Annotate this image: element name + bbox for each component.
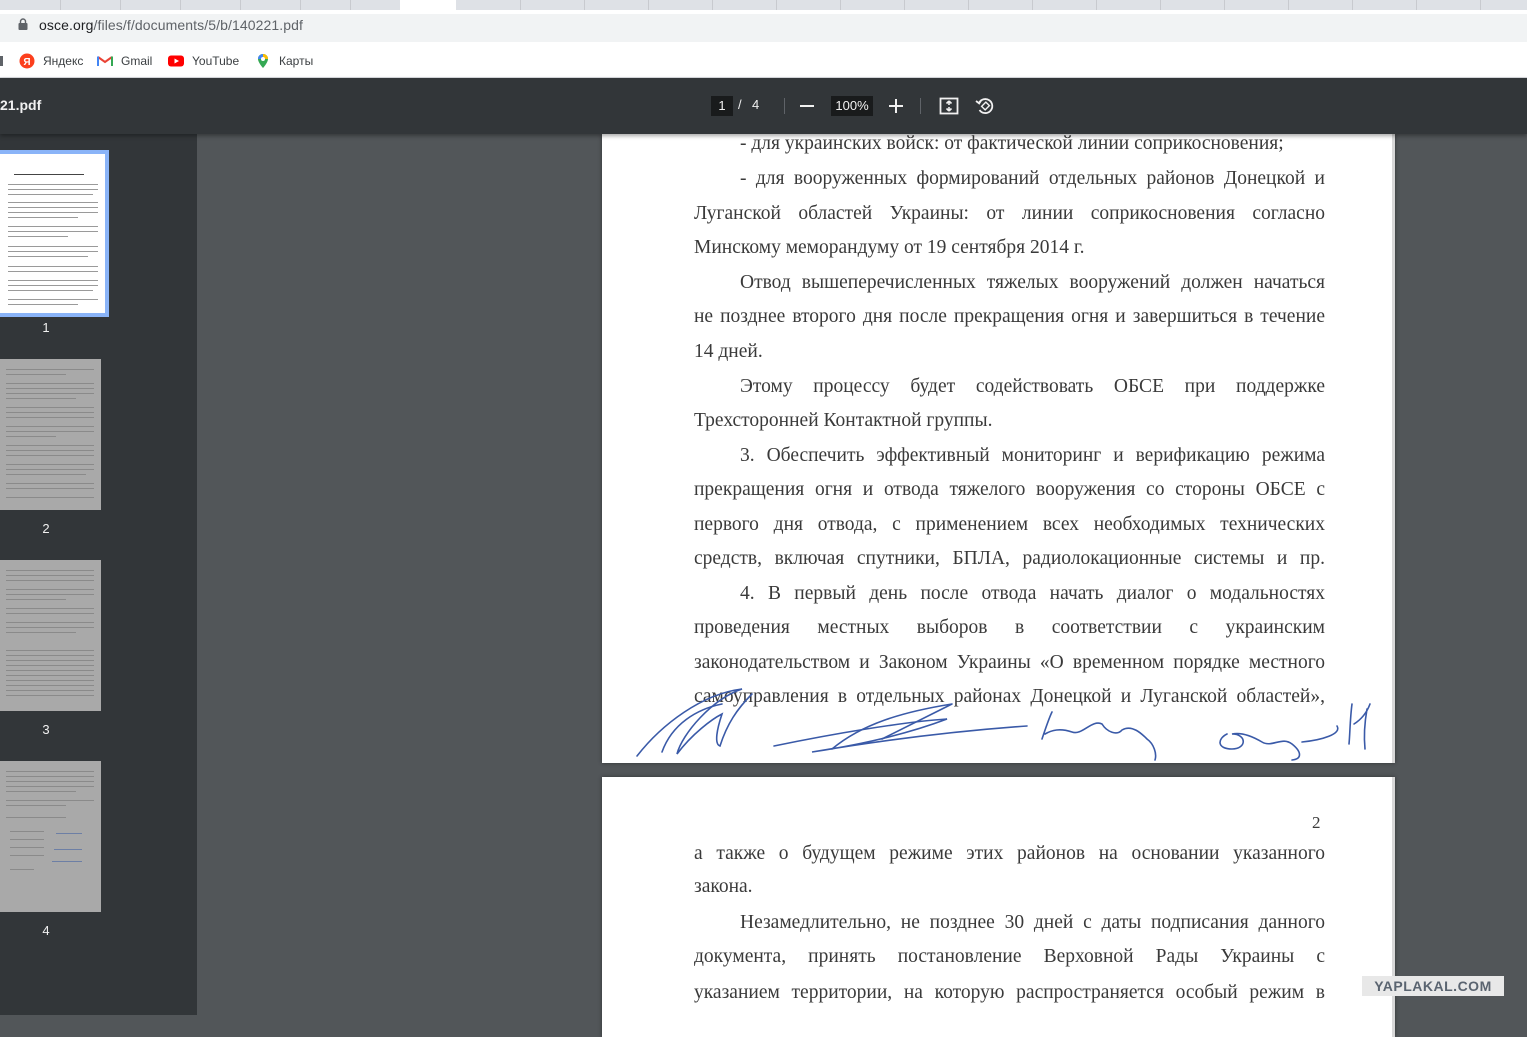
browser-tab[interactable] — [520, 0, 585, 10]
document-text-line: Трехсторонней Контактной группы. — [694, 410, 993, 431]
document-text-line: средств, включая спутники, БПЛА, радиоло… — [694, 548, 1325, 569]
zoom-out-button[interactable] — [795, 94, 819, 118]
document-text-line: не позднее второго дня после прекращения… — [694, 306, 1325, 327]
browser-tab[interactable] — [1480, 0, 1527, 10]
browser-tab[interactable] — [60, 0, 121, 10]
browser-tab[interactable] — [968, 0, 1033, 10]
browser-tab[interactable] — [1032, 0, 1097, 10]
lock-icon[interactable] — [18, 18, 28, 30]
document-text-line: Минскому меморандуму от 19 сентября 2014… — [694, 237, 1085, 258]
page-total: 4 — [752, 97, 760, 112]
bookmark-youtube[interactable]: YouTube — [168, 52, 239, 70]
browser-tab[interactable] — [1096, 0, 1161, 10]
browser-tab[interactable] — [240, 0, 301, 10]
fit-to-page-button[interactable] — [937, 94, 961, 118]
thumbnail-page-number: 1 — [42, 320, 50, 335]
toolbar-divider — [920, 98, 921, 114]
rotate-button[interactable] — [973, 94, 997, 118]
toolbar-divider — [784, 98, 785, 114]
browser-tab[interactable] — [648, 0, 713, 10]
url-host: osce.org — [39, 17, 94, 33]
document-text-line: закона. — [694, 876, 753, 897]
document-text-line: - для вооруженных формирований отдельных… — [740, 168, 1325, 189]
bookmark-label: Карты — [279, 54, 314, 68]
thumbnail-page-number: 3 — [42, 722, 50, 737]
scan-edge — [1392, 777, 1395, 1037]
thumbnail-page-number: 2 — [42, 521, 50, 536]
svg-text:Я: Я — [23, 57, 30, 68]
browser-tab[interactable] — [0, 0, 61, 10]
document-text-line: 14 дней. — [694, 341, 763, 362]
thumbnail-sidebar: 1 2 3 4 — [0, 134, 197, 1015]
yandex-icon: Я — [19, 53, 35, 69]
page-number-label: 2 — [1312, 813, 1321, 832]
browser-tab[interactable] — [840, 0, 905, 10]
bookmark-label: Gmail — [121, 54, 153, 68]
browser-tab[interactable] — [1288, 0, 1353, 10]
address-bar-row: osce.org/files/f/documents/5/b/140221.pd… — [0, 10, 1527, 44]
url-path: /files/f/documents/5/b/140221.pdf — [93, 17, 304, 33]
bookmark-yandex[interactable]: Я Яндекс — [19, 52, 83, 70]
document-text-line: - для украинских войск: от фактической л… — [740, 134, 1284, 154]
pdf-page-1: - для украинских войск: от фактической л… — [602, 134, 1395, 763]
document-text-line: документа, принять постановление Верховн… — [694, 946, 1325, 967]
bookmark-maps[interactable]: Карты — [255, 52, 313, 70]
active-browser-tab[interactable] — [400, 0, 456, 10]
gmail-icon — [97, 56, 113, 66]
browser-tab[interactable] — [584, 0, 649, 10]
document-text-line: Отвод вышеперечисленных тяжелых вооружен… — [740, 272, 1325, 293]
thumbnail-page-3[interactable] — [0, 560, 101, 711]
document-text-line: Луганской областей Украины: от линии соп… — [694, 203, 1325, 224]
browser-tab[interactable] — [1416, 0, 1481, 10]
browser-tab[interactable] — [1352, 0, 1417, 10]
zoom-input[interactable]: 100% — [831, 96, 873, 116]
pdf-page-2: 2 а также о будущем режиме этих районов … — [602, 777, 1395, 1037]
document-text-line: Незамедлительно, не позднее 30 дней с да… — [740, 912, 1325, 933]
browser-tab[interactable] — [120, 0, 181, 10]
document-text-line: первого дня отвода, с применением всех н… — [694, 514, 1325, 535]
thumbnail-page-4[interactable] — [0, 761, 101, 912]
document-text-line: проведения местных выборов в соответстви… — [694, 617, 1325, 638]
bookmark-gmail[interactable]: Gmail — [97, 52, 152, 70]
document-text-line: указанием территории, на которую распрос… — [694, 982, 1325, 1003]
browser-tab[interactable] — [1160, 0, 1225, 10]
pdf-toolbar: 21.pdf 1 / 4 100% — [0, 78, 1527, 134]
document-text-line: а также о будущем режиме этих районов на… — [694, 843, 1325, 864]
pdf-title: 21.pdf — [0, 97, 42, 113]
page-separator: / — [738, 97, 742, 112]
browser-tab[interactable] — [300, 0, 351, 10]
bookmark-label: Яндекс — [43, 54, 84, 68]
browser-tab[interactable] — [456, 0, 521, 10]
browser-tab[interactable] — [1224, 0, 1289, 10]
bookmark-label: YouTube — [192, 54, 240, 68]
handwritten-signatures — [636, 688, 1371, 761]
document-text-line: прекращения огня и отвода тяжелого воору… — [694, 479, 1325, 500]
tab-strip — [0, 0, 1527, 10]
bookmarks-bar: Я Яндекс Gmail YouTube Карты — [0, 44, 1527, 78]
watermark: YAPLAKAL.COM — [1362, 976, 1504, 996]
document-text-line: 4. В первый день после отвода начать диа… — [740, 583, 1325, 604]
browser-tab[interactable] — [712, 0, 777, 10]
browser-tab[interactable] — [776, 0, 841, 10]
maps-icon — [258, 54, 268, 68]
bookmark-overflow-edge — [0, 56, 3, 66]
document-text-line: Этому процессу будет содействовать ОБСЕ … — [740, 376, 1325, 397]
youtube-icon — [168, 55, 184, 67]
thumbnail-page-1[interactable] — [0, 150, 109, 317]
page-number-input[interactable]: 1 — [711, 96, 733, 116]
document-text-line: 3. Обеспечить эффективный мониторинг и в… — [740, 445, 1325, 466]
zoom-in-button[interactable] — [884, 94, 908, 118]
thumbnail-page-number: 4 — [42, 923, 50, 938]
browser-tab[interactable] — [180, 0, 241, 10]
thumbnail-page-2[interactable] — [0, 359, 101, 510]
url-text[interactable]: osce.org/files/f/documents/5/b/140221.pd… — [39, 17, 303, 33]
browser-tab[interactable] — [904, 0, 969, 10]
